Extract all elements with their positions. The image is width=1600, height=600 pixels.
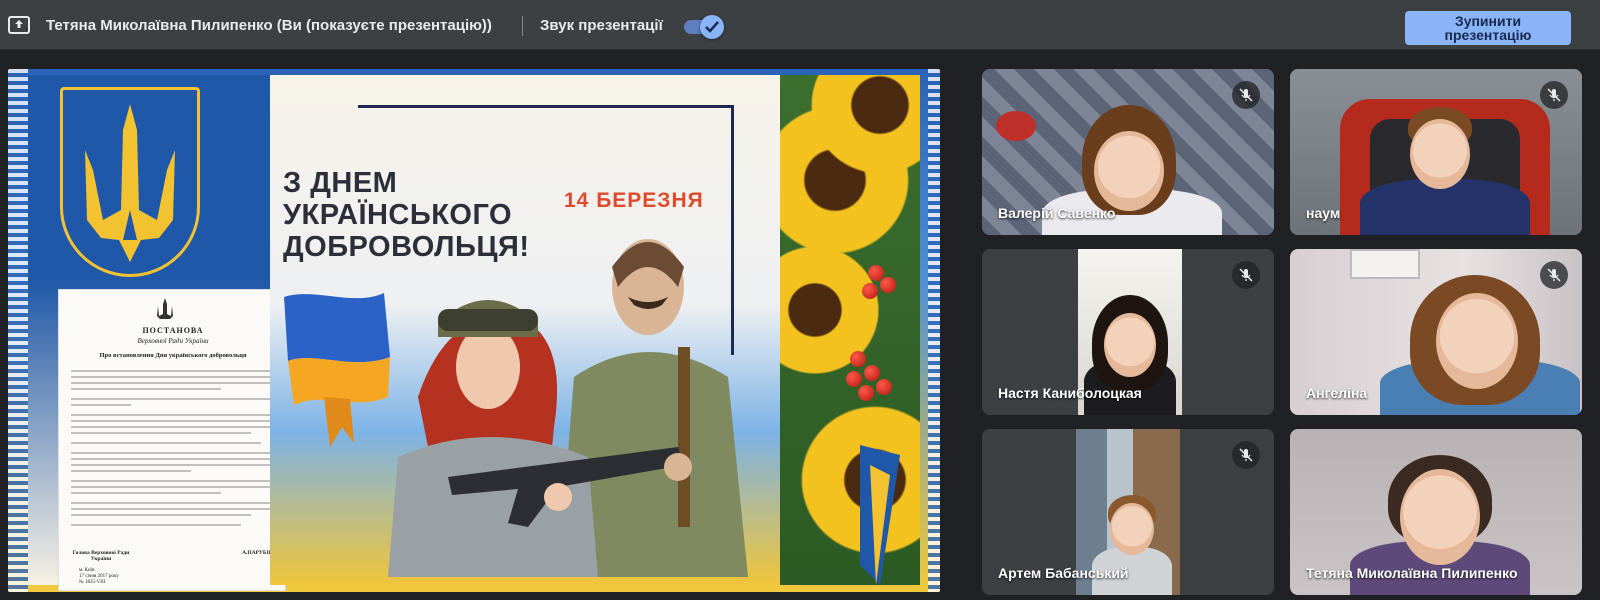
presenter-status: Тетяна Миколаївна Пилипенко (Ви (показує… bbox=[46, 17, 492, 34]
participant-tile[interactable]: Ангеліна bbox=[1290, 249, 1582, 415]
document-heading: Про встановлення Дня українського добров… bbox=[99, 352, 247, 359]
presentation-bar: Тетяна Миколаївна Пилипенко (Ви (показує… bbox=[0, 0, 1600, 50]
trident-icon bbox=[157, 298, 173, 319]
slide-date: 14 БЕРЕЗНЯ bbox=[564, 189, 704, 212]
mic-off-icon bbox=[1540, 81, 1568, 109]
stop-presenting-button[interactable]: Зупинити презентацію bbox=[1405, 11, 1571, 45]
volunteers-illustration bbox=[388, 239, 748, 577]
participant-name: Валерій Савенко bbox=[998, 205, 1116, 221]
mic-off-icon bbox=[1232, 441, 1260, 469]
stop-button-line2: презентацію bbox=[1444, 27, 1532, 43]
self-participant-tile[interactable]: Тетяна Миколаївна Пилипенко bbox=[1290, 429, 1582, 595]
participant-tile[interactable]: Артем Бабанський bbox=[982, 429, 1274, 595]
document-footer: м. Київ 17 січня 2017 року № 1835-VIII bbox=[79, 568, 119, 585]
participant-name: Настя Каниболоцкая bbox=[998, 385, 1142, 401]
presented-slide: ПОСТАНОВА Верховної Ради України Про вст… bbox=[8, 69, 940, 592]
presentation-sound-label: Звук презентації bbox=[540, 17, 663, 34]
divider bbox=[522, 16, 523, 36]
document-title: ПОСТАНОВА bbox=[142, 326, 204, 335]
slide-left-panel: ПОСТАНОВА Верховної Ради України Про вст… bbox=[28, 75, 286, 591]
mic-off-icon bbox=[1540, 261, 1568, 289]
document-signatory-title: Голова Верховної Ради України bbox=[72, 550, 130, 562]
participant-name: Тетяна Миколаївна Пилипенко bbox=[1306, 565, 1518, 581]
document-signatory: А.ПАРУБІЙ bbox=[242, 550, 273, 556]
mic-off-icon bbox=[1232, 261, 1260, 289]
stop-button-line1: Зупинити bbox=[1454, 13, 1522, 29]
resolution-document: ПОСТАНОВА Верховної Ради України Про вст… bbox=[58, 289, 286, 591]
participant-tile[interactable]: Валерій Савенко bbox=[982, 69, 1274, 235]
participant-tile[interactable]: Настя Каниболоцкая bbox=[982, 249, 1274, 415]
check-icon bbox=[700, 15, 724, 39]
presentation-sound-toggle[interactable] bbox=[684, 15, 724, 39]
participant-name: Ангеліна bbox=[1306, 385, 1368, 401]
participant-name: наум bbox=[1306, 205, 1341, 221]
coat-of-arms-image bbox=[60, 87, 200, 277]
document-subtitle: Верховної Ради України bbox=[137, 337, 209, 345]
slide-right-panel bbox=[780, 75, 920, 585]
present-to-all-icon bbox=[8, 16, 30, 34]
participant-name: Артем Бабанський bbox=[998, 565, 1129, 581]
mic-off-icon bbox=[1232, 81, 1260, 109]
participant-tile[interactable]: наум bbox=[1290, 69, 1582, 235]
